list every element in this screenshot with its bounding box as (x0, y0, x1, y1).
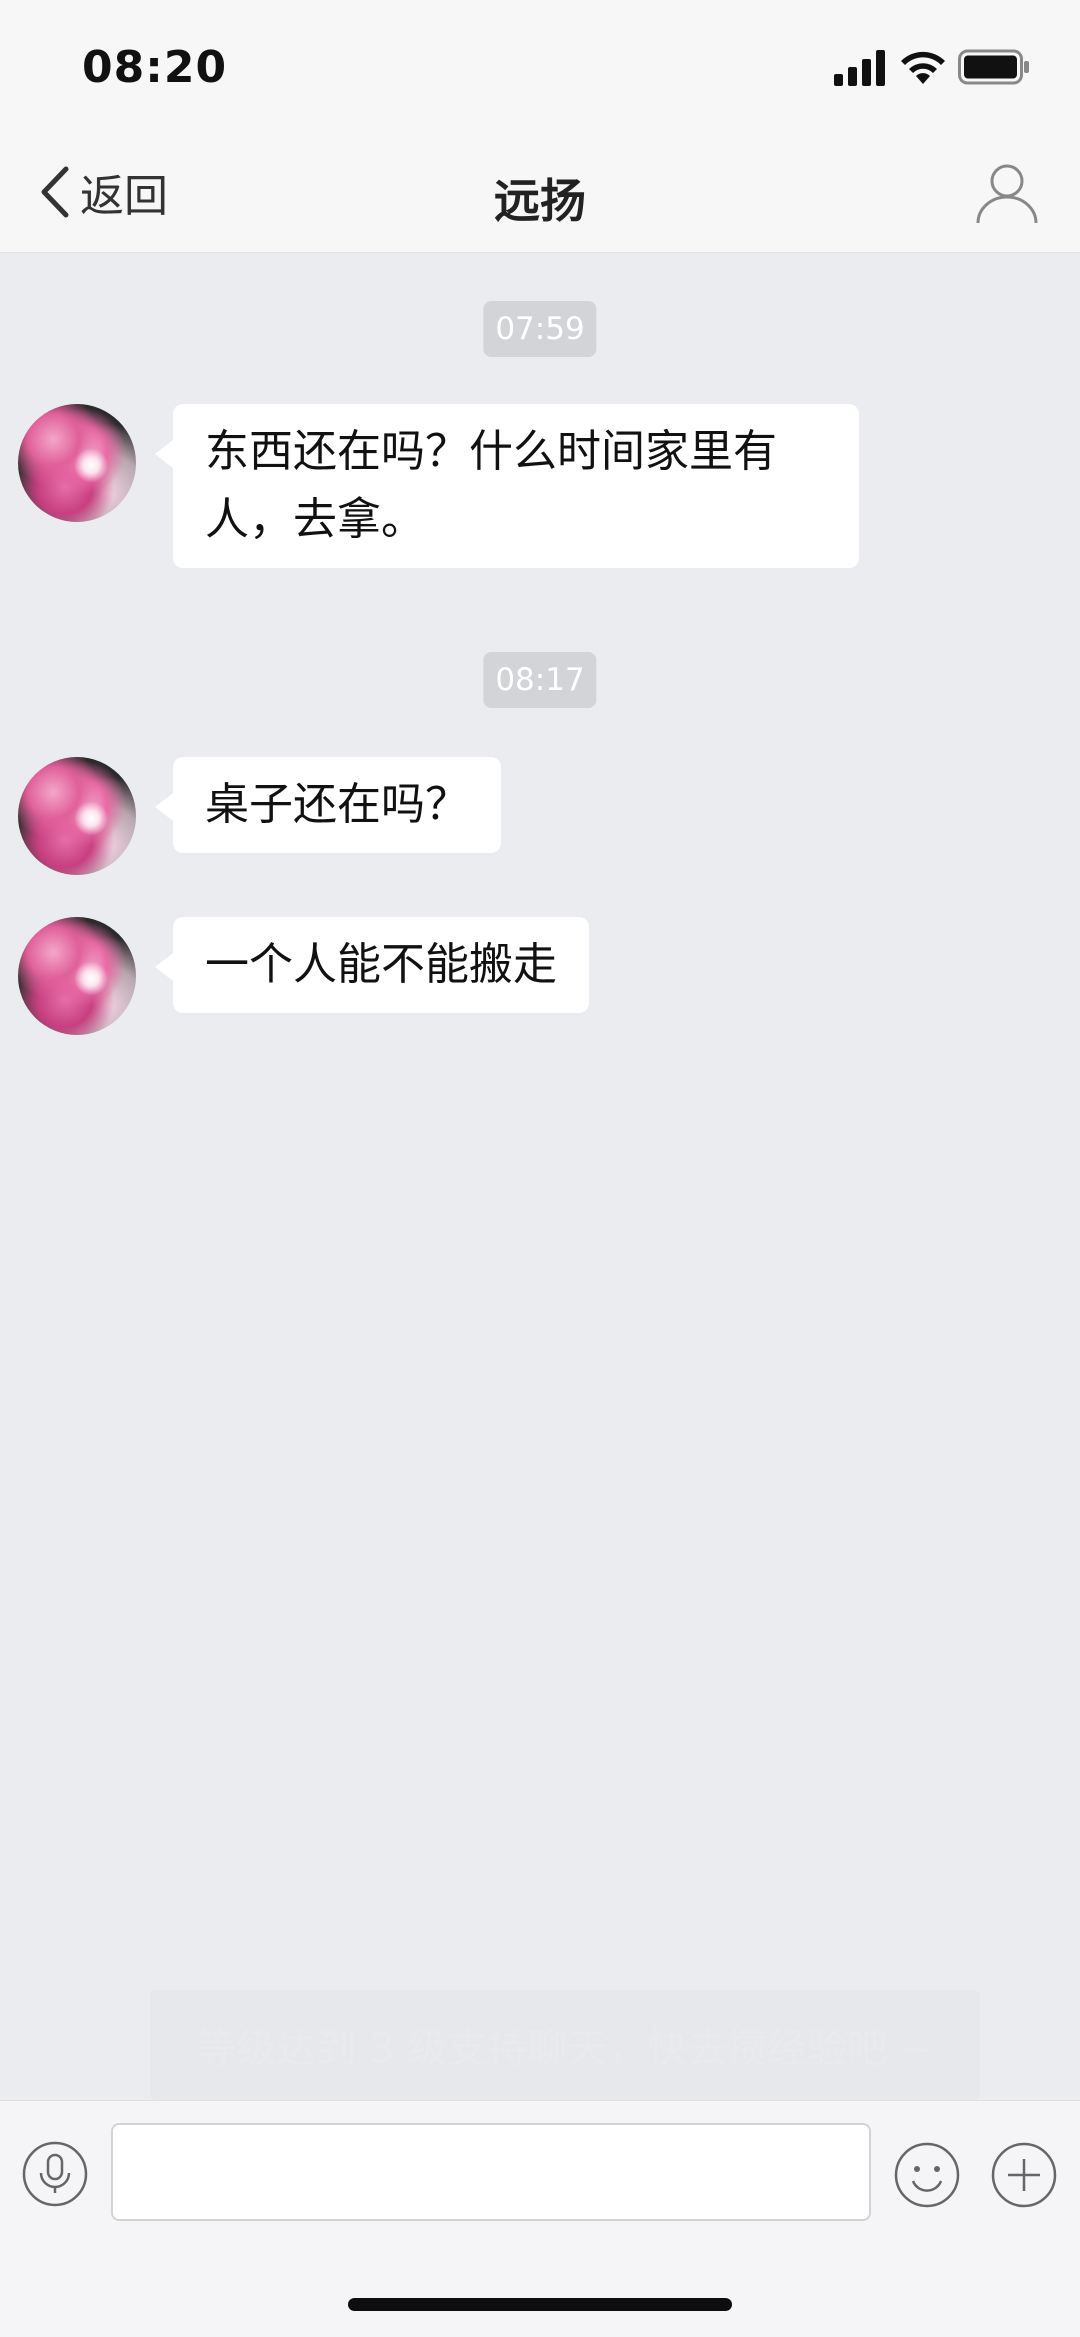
chat-screen: 08:20 返回 远扬 07:59 东西还在吗？什么时间家里有 人，去拿。 08… (0, 0, 1080, 2337)
avatar[interactable] (18, 404, 136, 522)
timestamp: 08:17 (483, 652, 597, 708)
message-bubble[interactable]: 桌子还在吗？ (155, 757, 501, 853)
message-list: 07:59 东西还在吗？什么时间家里有 人，去拿。 08:17 桌子还在吗？ 一… (0, 253, 1080, 2100)
wifi-icon (901, 51, 945, 84)
microphone-icon[interactable] (22, 2141, 88, 2207)
plus-icon[interactable] (990, 2141, 1058, 2209)
message-input[interactable] (111, 2123, 871, 2221)
smiley-icon[interactable] (893, 2141, 961, 2209)
message-text-line: 一个人能不能搬走 (205, 939, 557, 990)
battery-icon (958, 49, 1029, 85)
status-time: 08:20 (82, 42, 228, 93)
message-bubble[interactable]: 一个人能不能搬走 (155, 917, 589, 1013)
avatar[interactable] (18, 917, 136, 1035)
page-title: 远扬 (494, 174, 586, 228)
timestamp: 07:59 (483, 301, 597, 357)
status-bar: 08:20 (0, 0, 1080, 135)
safe-area-bottom (0, 2242, 1080, 2337)
navigation-bar: 返回 远扬 (0, 135, 1080, 253)
avatar[interactable] (18, 757, 136, 875)
message-text-line: 人，去拿。 (205, 494, 425, 545)
message-text-line: 桌子还在吗？ (205, 779, 469, 830)
home-indicator[interactable] (348, 2298, 732, 2311)
message-bubble[interactable]: 东西还在吗？什么时间家里有 人，去拿。 (155, 404, 859, 568)
input-bar (0, 2100, 1080, 2242)
level-notice: 等级达到 3 级支持聊天，快去攒经验吧 ~ (150, 1990, 980, 2100)
signal-icon (834, 50, 885, 86)
message-text-line: 东西还在吗？什么时间家里有 (205, 426, 777, 477)
user-icon[interactable] (972, 157, 1042, 227)
